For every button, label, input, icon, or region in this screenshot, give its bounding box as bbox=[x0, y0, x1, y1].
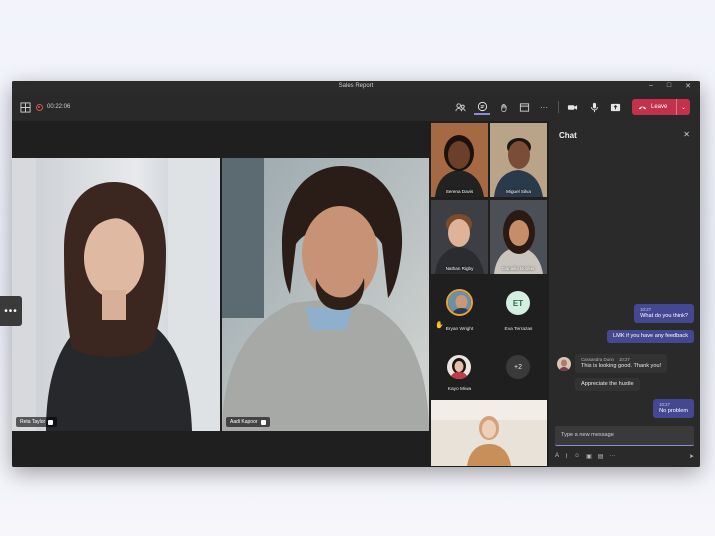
participant-name: Nathan Rigby bbox=[445, 266, 474, 271]
chat-message: Cassandra Dunn 10:27 This is looking goo… bbox=[575, 354, 668, 373]
kayo-miwa-photo bbox=[447, 355, 471, 379]
gallery-tile-nathan-rigby[interactable]: Nathan Rigby bbox=[431, 200, 488, 274]
chat-panel: Chat ✕ 10:27 What do you think? LMK if y… bbox=[549, 121, 700, 467]
avatar-eva-terrazas[interactable]: ET bbox=[506, 291, 530, 315]
avatar-bryan-wright[interactable] bbox=[446, 289, 473, 316]
chat-message: 10:27 No problem bbox=[653, 399, 694, 418]
message-text: LMK if you have any feedback bbox=[613, 333, 688, 339]
meeting-window: Sales Report – □ ✕ 00:22:06 ··· Leave ⌄ … bbox=[12, 81, 700, 467]
gallery-tile-self-view[interactable] bbox=[431, 400, 547, 466]
chat-message: Appreciate the hustle bbox=[575, 378, 640, 392]
compose-toolbar: A ⌇ ☺ ▣ ▤ ··· ➤ bbox=[555, 451, 694, 461]
participant-name-tag: Aadi Kapoor bbox=[226, 417, 270, 427]
message-sender: Cassandra Dunn bbox=[581, 357, 614, 362]
record-icon bbox=[36, 103, 43, 111]
chat-icon[interactable] bbox=[474, 99, 490, 115]
title-bar: Sales Report – □ ✕ bbox=[12, 81, 700, 93]
video-tile-reta-taylor[interactable]: Reta Taylor bbox=[12, 158, 220, 431]
reactions-icon[interactable] bbox=[496, 99, 512, 115]
message-text: Appreciate the hustle bbox=[581, 381, 634, 387]
participant-name-tag: Reta Taylor bbox=[16, 417, 58, 427]
minimize-button[interactable]: – bbox=[646, 82, 656, 89]
emoji-icon[interactable]: ☺ bbox=[574, 453, 580, 459]
format-icon[interactable]: A bbox=[555, 453, 559, 459]
reta-taylor-video bbox=[12, 158, 220, 431]
message-text: No problem bbox=[659, 407, 688, 414]
avatar-kayo-miwa[interactable] bbox=[447, 355, 471, 379]
cassandra-dunn-avatar bbox=[557, 357, 571, 371]
leave-options-chevron-icon[interactable]: ⌄ bbox=[676, 99, 690, 115]
share-tray-icon[interactable] bbox=[516, 99, 532, 115]
meeting-timer: 00:22:06 bbox=[36, 99, 70, 115]
window-title: Sales Report bbox=[338, 83, 374, 89]
participant-name: Serena Davis bbox=[445, 189, 474, 194]
message-time: 10:27 bbox=[618, 357, 630, 362]
send-icon[interactable]: ➤ bbox=[689, 453, 694, 460]
side-panel-handle[interactable]: ••• bbox=[0, 296, 22, 326]
maximize-button[interactable]: □ bbox=[664, 82, 674, 89]
aadi-kapoor-video bbox=[222, 158, 429, 431]
video-tile-aadi-kapoor[interactable]: Aadi Kapoor bbox=[222, 158, 429, 431]
serena-davis-video bbox=[431, 123, 488, 197]
chat-title: Chat bbox=[559, 131, 577, 140]
miguel-silva-video bbox=[490, 123, 547, 197]
toolbar-divider bbox=[558, 101, 559, 113]
participant-name: Danielle Booker bbox=[502, 266, 535, 271]
more-options-icon[interactable]: ··· bbox=[609, 453, 615, 459]
danielle-booker-video bbox=[490, 200, 547, 274]
chat-message: 10:27 What do you think? bbox=[634, 304, 694, 323]
gallery-tile-serena-davis[interactable]: Serena Davis bbox=[431, 123, 488, 197]
grid-icon[interactable] bbox=[18, 99, 32, 115]
camera-icon[interactable] bbox=[564, 99, 580, 115]
gif-icon[interactable]: ▣ bbox=[586, 453, 592, 460]
message-text: What do you think? bbox=[640, 312, 688, 319]
close-window-button[interactable]: ✕ bbox=[683, 82, 693, 90]
participant-name: Reta Taylor bbox=[20, 419, 46, 425]
message-input[interactable]: Type a new message bbox=[555, 426, 694, 446]
participant-name: Kayo Miwa bbox=[447, 387, 472, 392]
message-text: This is looking good. Thank you! bbox=[581, 362, 662, 369]
leave-label: Leave bbox=[651, 104, 668, 110]
main-stage: Reta Taylor Aadi Kapoor bbox=[12, 121, 430, 467]
sticker-icon[interactable]: ▤ bbox=[598, 453, 604, 460]
bryan-wright-photo bbox=[448, 291, 471, 314]
more-icon[interactable]: ··· bbox=[536, 99, 552, 115]
more-participants-button[interactable]: +2 bbox=[506, 355, 530, 379]
participant-gallery: Serena Davis Miguel Silva Nathan Rigby D… bbox=[430, 121, 548, 467]
attach-icon[interactable]: ⌇ bbox=[565, 453, 568, 460]
close-chat-icon[interactable]: ✕ bbox=[683, 130, 690, 139]
participant-name: Bryan Wright bbox=[445, 327, 474, 332]
presenter-icon bbox=[260, 419, 266, 425]
mic-icon[interactable] bbox=[586, 99, 602, 115]
participant-name: Aadi Kapoor bbox=[230, 419, 258, 425]
participant-name: Eva Terrazas bbox=[504, 327, 533, 332]
meeting-toolbar: 00:22:06 ··· Leave ⌄ bbox=[12, 93, 700, 121]
presenter-icon bbox=[48, 419, 54, 425]
share-icon[interactable] bbox=[607, 99, 623, 115]
participant-name: Miguel Silva bbox=[506, 189, 531, 194]
leave-button[interactable]: Leave ⌄ bbox=[632, 99, 690, 115]
people-icon[interactable] bbox=[452, 99, 468, 115]
gallery-tile-danielle-booker[interactable]: Danielle Booker bbox=[490, 200, 547, 274]
nathan-rigby-video bbox=[431, 200, 488, 274]
self-view-video bbox=[431, 400, 547, 466]
timer-text: 00:22:06 bbox=[47, 104, 71, 110]
chat-message: LMK if you have any feedback bbox=[607, 330, 694, 344]
gallery-tile-miguel-silva[interactable]: Miguel Silva bbox=[490, 123, 547, 197]
leave-phone-icon bbox=[638, 106, 647, 109]
